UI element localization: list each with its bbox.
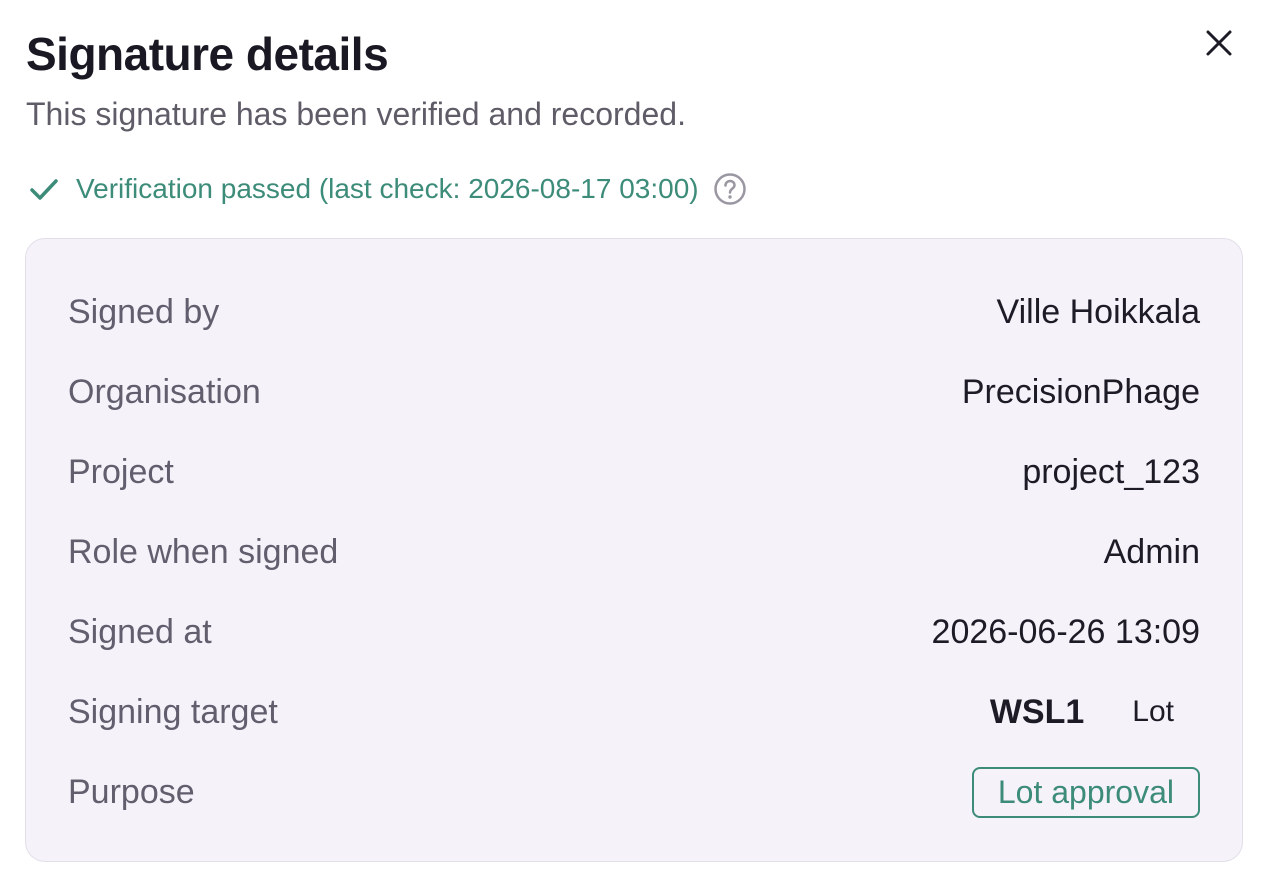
purpose-badge: Lot approval [971,766,1200,818]
dialog-subtitle: This signature has been verified and rec… [26,96,686,132]
signature-details-card: Signed by Ville Hoikkala Organisation Pr… [25,238,1243,862]
project-label: Project [68,452,174,491]
signed-at-label: Signed at [68,612,212,651]
check-icon [28,172,62,206]
role-label: Role when signed [68,532,339,571]
signature-details-dialog: Signature details This signature has bee… [0,0,1261,885]
verification-text: Verification passed (last check: 2026-08… [76,173,699,204]
signing-target-type: Lot [1132,695,1174,728]
signing-target-value[interactable]: WSL1 Lot [990,693,1200,732]
detail-row-signing-target: Signing target WSL1 Lot [68,682,1200,742]
signed-by-label: Signed by [68,292,220,331]
organisation-value: PrecisionPhage [961,372,1200,411]
detail-row-organisation: Organisation PrecisionPhage [68,362,1200,422]
organisation-label: Organisation [68,372,261,411]
detail-row-signed-by: Signed by Ville Hoikkala [68,282,1200,342]
detail-row-signed-at: Signed at 2026-06-26 13:09 [68,602,1200,662]
signed-at-value: 2026-06-26 13:09 [931,612,1200,651]
detail-row-project: Project project_123 [68,442,1200,502]
signing-target-code: WSL1 [989,692,1085,731]
detail-row-purpose: Purpose Lot approval [68,762,1200,822]
dialog-title: Signature details [26,28,389,80]
close-icon [1205,29,1233,62]
verification-status: Verification passed (last check: 2026-08… [28,168,749,210]
role-value: Admin [1103,532,1200,571]
purpose-label: Purpose [68,772,195,811]
project-value: project_123 [1022,452,1200,491]
signing-target-label: Signing target [68,692,278,731]
signed-by-value: Ville Hoikkala [996,292,1200,331]
detail-row-role: Role when signed Admin [68,522,1200,582]
help-circle-icon[interactable] [713,171,749,207]
close-button[interactable] [1198,24,1240,66]
